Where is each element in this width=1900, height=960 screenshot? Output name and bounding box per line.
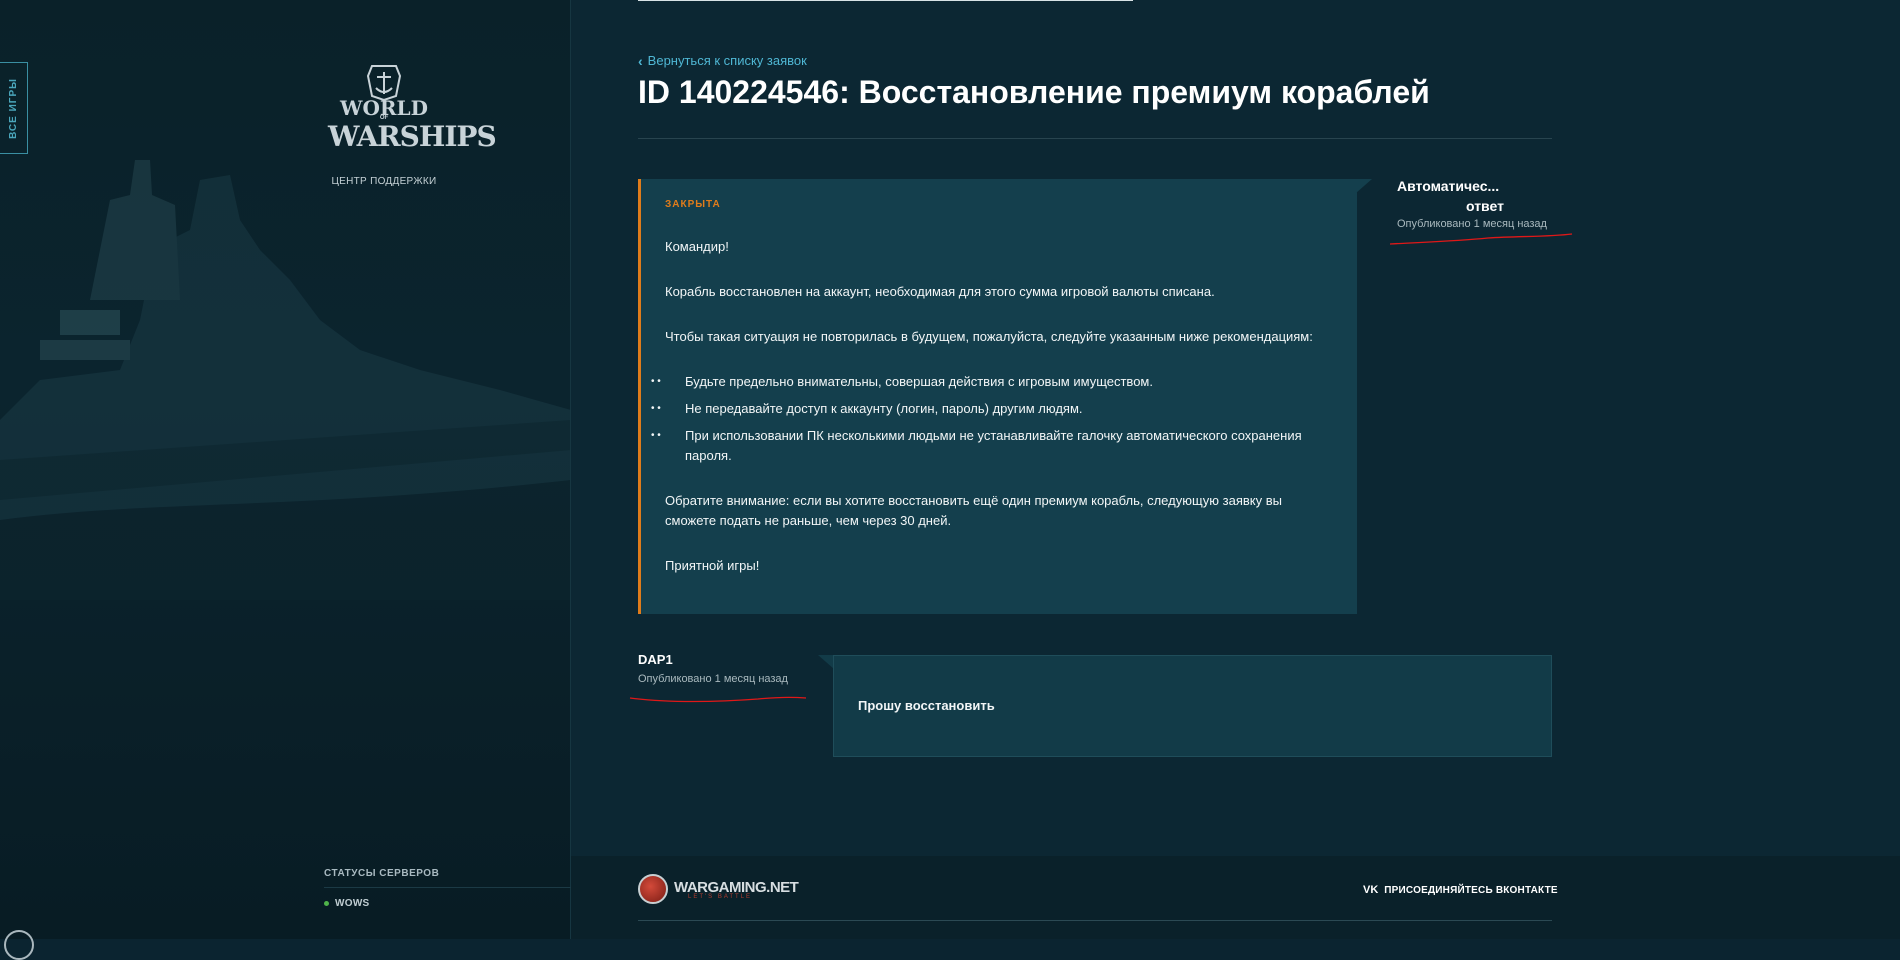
message-closing: Приятной игры! (665, 558, 760, 573)
user-reply-card: Прошу восстановить (833, 655, 1552, 757)
red-underline-annotation (629, 696, 807, 703)
message-greeting: Командир! (665, 239, 729, 254)
support-center-label: ЦЕНТР ПОДДЕРЖКИ (331, 176, 437, 187)
message-body: Командир! Корабль восстановлен на аккаун… (651, 237, 1325, 601)
card-pointer (818, 655, 834, 669)
reply-text: Прошу восстановить (858, 698, 995, 713)
vk-join-link[interactable]: VK ПРИСОЕДИНЯЙТЕСЬ ВКОНТАКТЕ (1363, 884, 1558, 896)
status-dot-icon (324, 901, 329, 906)
wargaming-tagline: LET'S BATTLE (688, 893, 753, 900)
chevron-left-icon: ‹ (638, 52, 643, 69)
server-status-item[interactable]: WOWS (324, 898, 370, 909)
user-name: DAP1 (638, 652, 673, 667)
page-title: ID 140224546: Восстановление премиум кор… (638, 74, 1430, 110)
wargaming-emblem-icon (638, 874, 668, 904)
message-paragraph: Обратите внимание: если вы хотите восста… (665, 493, 1282, 528)
top-divider (638, 0, 1133, 1)
author-name: Автоматичес... (1397, 178, 1500, 194)
vk-join-label: ПРИСОЕДИНЯЙТЕСЬ ВКОНТАКТЕ (1384, 884, 1558, 896)
vk-icon: VK (1363, 884, 1379, 896)
chat-bubble-icon[interactable] (4, 930, 34, 960)
list-item: Не передавайте доступ к аккаунту (логин,… (651, 399, 1325, 419)
recommendation-list: Будьте предельно внимательны, совершая д… (651, 372, 1325, 466)
server-status-title: СТАТУСЫ СЕРВЕРОВ (324, 868, 440, 879)
status-badge: ЗАКРЫТА (665, 199, 721, 210)
support-author: Автоматичес... ответ Опубликовано 1 меся… (1397, 176, 1577, 230)
back-link-label: Вернуться к списку заявок (647, 53, 807, 68)
all-games-label: ВСЕ ИГРЫ (8, 77, 20, 139)
list-item: При использовании ПК несколькими людьми … (651, 426, 1325, 466)
back-to-tickets-link[interactable]: ‹ Вернуться к списку заявок (638, 53, 807, 68)
list-item: Будьте предельно внимательны, совершая д… (651, 372, 1325, 392)
server-name: WOWS (335, 898, 370, 909)
message-paragraph: Корабль восстановлен на аккаунт, необход… (665, 284, 1215, 299)
card-pointer (1356, 179, 1372, 193)
all-games-tab[interactable]: ВСЕ ИГРЫ (0, 62, 28, 154)
author-name-cont: ответ (1466, 198, 1504, 214)
footer-divider (638, 920, 1552, 921)
wargaming-logo[interactable]: WARGAMING.NET LET'S BATTLE (638, 874, 799, 904)
message-paragraph: Чтобы такая ситуация не повторилась в бу… (665, 329, 1313, 344)
ticket-message-card: ЗАКРЫТА Командир! Корабль восстановлен н… (638, 179, 1357, 614)
world-of-warships-logo[interactable]: WORLD OF WARSHIPS (328, 62, 497, 166)
red-underline-annotation (1389, 233, 1573, 245)
published-time: Опубликовано 1 месяц назад (1397, 218, 1547, 230)
logo-warships: WARSHIPS (328, 120, 497, 153)
user-reply-meta: DAP1 Опубликовано 1 месяц назад (638, 652, 788, 685)
title-divider (638, 138, 1552, 139)
divider (324, 887, 571, 888)
published-time: Опубликовано 1 месяц назад (638, 673, 788, 685)
battleship-illustration (0, 160, 571, 600)
